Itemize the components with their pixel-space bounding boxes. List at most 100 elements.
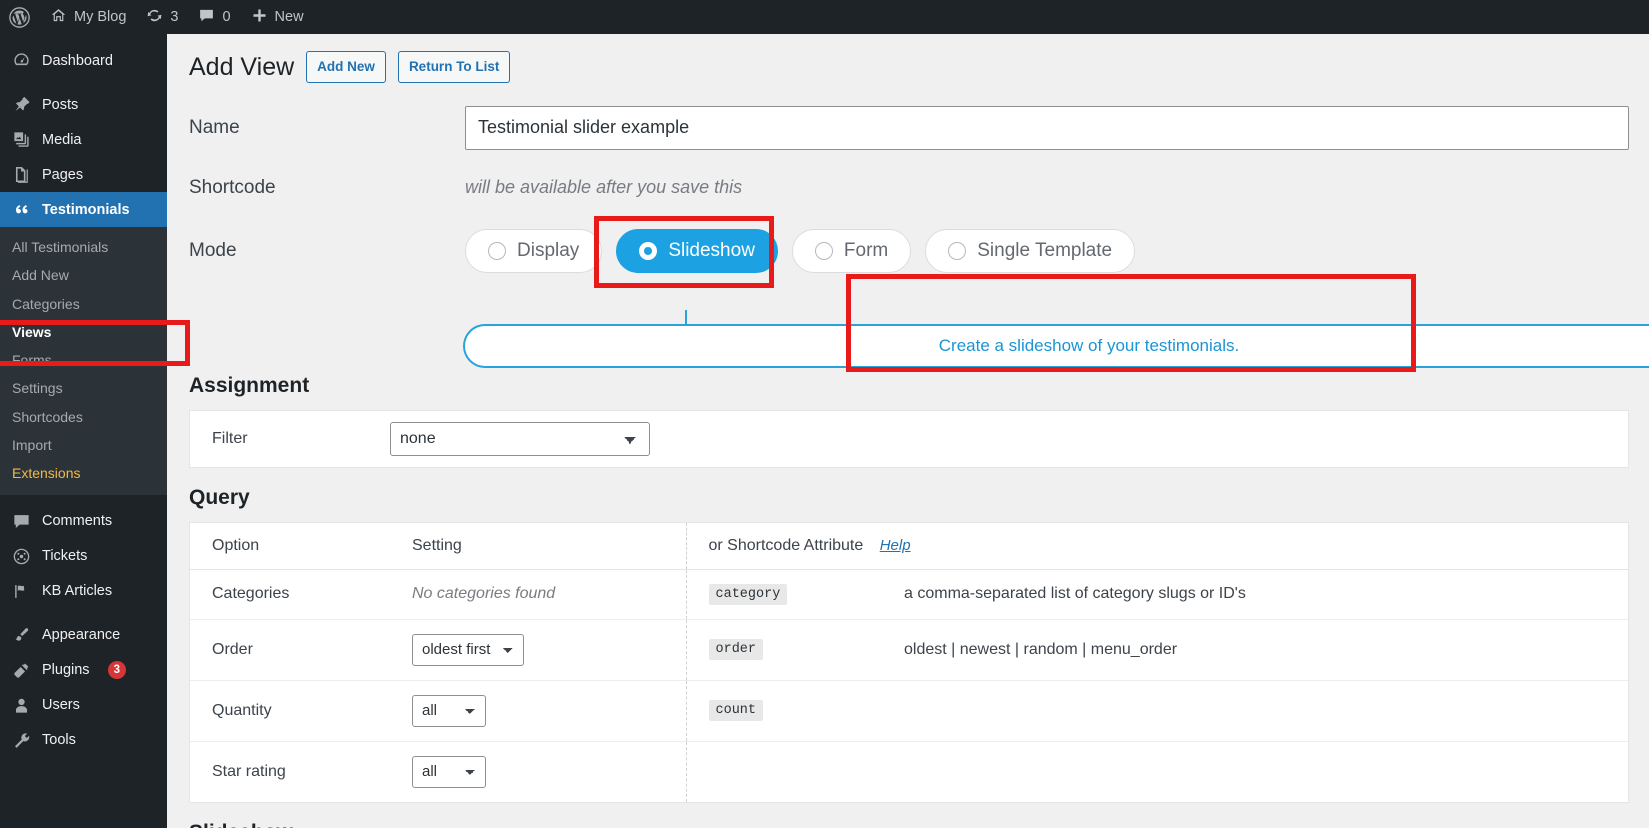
sidebar-item-tickets[interactable]: Tickets (0, 539, 167, 574)
shortcode-attr-chip: category (708, 583, 788, 605)
shortcode-label: Shortcode (189, 176, 276, 198)
query-table: Option Setting or Shortcode Attribute He… (190, 522, 1628, 802)
radio-icon (814, 241, 833, 260)
filter-select[interactable]: none (390, 421, 650, 456)
row-description (882, 741, 1628, 802)
sidebar-item-all-testimonials[interactable]: All Testimonials (0, 233, 167, 261)
site-name-button[interactable]: My Blog (40, 0, 136, 34)
sidebar-item-views[interactable]: Views (0, 318, 167, 346)
sidebar-item-kb-articles[interactable]: KB Articles (0, 574, 167, 609)
return-to-list-button[interactable]: Return To List (397, 51, 511, 84)
column-header-option: Option (190, 522, 390, 570)
sidebar-item-testimonials[interactable]: Testimonials (0, 192, 175, 227)
sidebar-item-appearance[interactable]: Appearance (0, 618, 167, 653)
row-option-label: Order (212, 640, 253, 658)
wordpress-logo-button[interactable] (0, 0, 40, 34)
mode-option-label: Display (517, 239, 580, 261)
sidebar-item-plugins[interactable]: Plugins 3 (0, 653, 167, 688)
graduation-cap-icon (11, 582, 31, 601)
paintbrush-icon (11, 626, 31, 645)
comments-count: 0 (222, 9, 231, 25)
view-name-input[interactable] (465, 105, 1629, 150)
row-option-label: Categories (212, 585, 290, 602)
column-header-setting: Setting (390, 522, 686, 570)
sidebar-item-forms[interactable]: Forms (0, 346, 167, 374)
sidebar-item-posts[interactable]: Posts (0, 87, 167, 122)
mode-info-text: Create a slideshow of your testimonials. (938, 336, 1240, 355)
ticket-icon (11, 547, 31, 566)
sidebar-item-tools[interactable]: Tools (0, 723, 167, 758)
mode-option-display[interactable]: Display (465, 228, 603, 273)
shortcode-attr-chip: order (708, 639, 764, 660)
row-description (882, 680, 1628, 741)
sidebar-item-shortcodes[interactable]: Shortcodes (0, 403, 167, 431)
sidebar-item-media[interactable]: Media (0, 122, 167, 157)
sidebar-item-import[interactable]: Import (0, 431, 167, 459)
site-name-label: My Blog (74, 9, 127, 25)
sidebar-item-comments[interactable]: Comments (0, 504, 167, 539)
row-description: a comma-separated list of category slugs… (904, 585, 1246, 602)
table-header-row: Option Setting or Shortcode Attribute He… (190, 522, 1628, 570)
filter-label: Filter (212, 429, 248, 447)
sidebar-item-extensions[interactable]: Extensions (0, 459, 167, 487)
sidebar-item-dashboard[interactable]: Dashboard (0, 43, 167, 78)
row-option-label: Quantity (212, 701, 272, 719)
query-panel: Option Setting or Shortcode Attribute He… (189, 521, 1629, 803)
mode-option-slideshow[interactable]: Slideshow (616, 228, 778, 273)
filter-row: Filter none (190, 411, 1628, 467)
sidebar-item-settings[interactable]: Settings (0, 374, 167, 402)
mode-option-single-template[interactable]: Single Template (925, 228, 1136, 273)
user-icon (11, 696, 31, 715)
query-heading: Query (189, 485, 250, 509)
updates-button[interactable]: 3 (136, 0, 188, 34)
table-row: Star rating all (190, 741, 1628, 802)
media-icon (11, 130, 31, 149)
comment-bubble-icon (11, 512, 31, 531)
radio-icon (488, 241, 506, 260)
table-row: Categories No categories found category … (190, 569, 1628, 619)
page-header: Add View Add New Return To List (167, 34, 1649, 88)
sidebar-item-add-new[interactable]: Add New (0, 261, 167, 289)
sidebar-item-users[interactable]: Users (0, 688, 167, 723)
mode-options-group: Display Slideshow Form Single Template (465, 228, 1136, 273)
wrench-icon (11, 731, 31, 750)
column-header-shortcode-attribute-label: or Shortcode Attribute (708, 536, 864, 554)
mode-option-label: Single Template (977, 239, 1113, 261)
updates-icon (146, 7, 163, 28)
row-option-label: Star rating (212, 762, 286, 780)
comments-button[interactable]: 0 (188, 0, 240, 34)
quantity-select[interactable]: all (412, 694, 486, 727)
query-table-head: Option Setting or Shortcode Attribute He… (190, 522, 1628, 570)
main-content: Add View Add New Return To List Name Sho… (167, 34, 1649, 828)
name-field-row: Name (167, 104, 1649, 152)
plus-icon (251, 7, 268, 28)
sidebar-item-label: Pages (42, 166, 84, 183)
slideshow-heading: Slideshow (189, 821, 1629, 828)
new-content-button[interactable]: New (241, 0, 314, 34)
sidebar-item-label: Comments (42, 513, 113, 530)
shortcode-attr-chip: count (708, 700, 764, 721)
sidebar-item-label: Users (42, 697, 80, 714)
sidebar-item-categories[interactable]: Categories (0, 290, 167, 318)
sidebar-item-label: Appearance (42, 627, 121, 644)
mode-info-banner: Create a slideshow of your testimonials. (463, 324, 1649, 368)
shortcode-note: will be available after you save this (465, 177, 743, 197)
assignment-heading: Assignment (189, 373, 310, 397)
page-title: Add View (189, 53, 295, 81)
home-icon (50, 7, 67, 28)
column-header-shortcode-attribute: or Shortcode Attribute Help (685, 522, 1628, 570)
categories-empty-note: No categories found (412, 585, 556, 602)
admin-sidebar: Dashboard Posts Media Pages Testimonials… (0, 34, 175, 828)
order-select[interactable]: oldest first (412, 633, 524, 666)
shortcode-field-row: Shortcode will be available after you sa… (167, 172, 1649, 204)
add-new-button[interactable]: Add New (306, 51, 386, 84)
help-link[interactable]: Help (880, 537, 911, 554)
pages-icon (11, 165, 31, 184)
mode-option-form[interactable]: Form (791, 228, 912, 273)
star-rating-select[interactable]: all (412, 755, 486, 788)
sidebar-item-pages[interactable]: Pages (0, 157, 167, 192)
radio-icon (948, 241, 967, 260)
mode-option-label: Slideshow (668, 239, 755, 261)
sidebar-item-label: KB Articles (42, 583, 113, 600)
quote-icon (11, 200, 31, 219)
